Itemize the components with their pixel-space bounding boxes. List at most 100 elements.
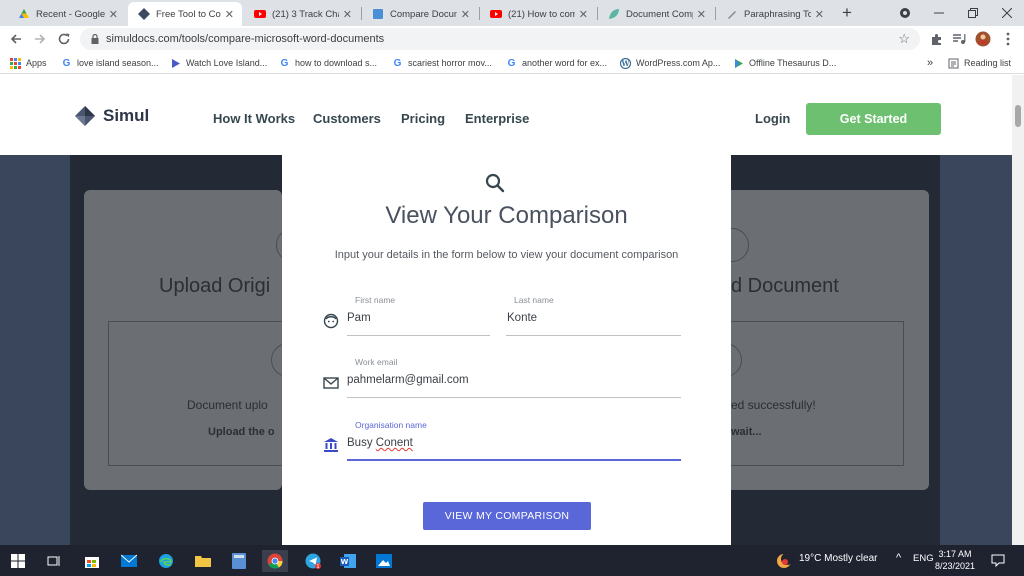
brand-name: Simul [103,106,150,125]
word-icon[interactable]: W [337,550,359,572]
youtube-icon [490,10,502,18]
nav-pricing[interactable]: Pricing [401,111,445,126]
close-tab-icon[interactable]: ✕ [225,8,234,21]
forward-arrow-icon[interactable] [30,29,50,49]
bookmark-love-island-season[interactable]: G love island season... [61,56,159,70]
windows-start-icon[interactable] [7,550,29,572]
last-name-input[interactable]: Konte [507,312,537,324]
calculator-icon[interactable] [228,550,250,572]
tab-youtube-track-changes[interactable]: (21) 3 Track Chan ✕ [244,2,360,26]
google-icon: G [62,57,71,69]
bookmark-watch-love-island[interactable]: Watch Love Island... [170,56,267,70]
bookmark-how-to-download[interactable]: G how to download s... [279,56,377,70]
more-menu-icon[interactable] [1000,31,1016,47]
simul-logo-icon [138,8,150,20]
close-tab-icon[interactable]: ✕ [697,8,706,21]
simul-diamond-icon [75,106,95,126]
minimize-icon[interactable] [922,0,956,26]
work-email-label: Work email [355,357,398,367]
last-name-label: Last name [514,295,554,305]
scrollbar-thumb[interactable] [1015,105,1021,127]
address-bar[interactable]: simuldocs.com/tools/compare-microsoft-wo… [80,28,920,50]
tray-chevron-up-icon[interactable]: ^ [896,552,901,564]
login-link[interactable]: Login [755,111,790,126]
extensions-puzzle-icon[interactable] [928,31,944,47]
new-tab-button[interactable]: + [838,2,856,24]
weather-text[interactable]: 19°C Mostly clear [799,553,877,564]
youtube-icon [254,10,266,18]
url-text: simuldocs.com/tools/compare-microsoft-wo… [106,33,385,45]
lock-icon [91,34,99,44]
nav-enterprise[interactable]: Enterprise [465,111,529,126]
browser-tab-strip: Recent - Google D ✕ Free Tool to Com ✕ (… [0,0,1024,26]
close-tab-icon[interactable]: ✕ [579,8,588,21]
organisation-name-input[interactable]: Busy Conent [347,437,413,449]
view-my-comparison-button[interactable]: VIEW MY COMPARISON [423,502,591,530]
revised-wait-text: wait... [731,426,762,438]
bookmark-another-word[interactable]: G another word for ex... [506,56,607,70]
bookmark-offline-thesaurus[interactable]: Offline Thesaurus D... [733,56,836,70]
upload-original-dropzone [108,321,282,466]
mail-icon [323,377,339,389]
page-scrollbar[interactable] [1012,75,1024,545]
close-tab-icon[interactable]: ✕ [109,8,118,21]
get-started-button[interactable]: Get Started [806,103,941,135]
wordpress-icon: W [620,57,631,69]
work-email-underline [347,397,681,398]
upload-revised-dropzone [731,321,904,466]
photos-icon[interactable] [373,550,395,572]
tab-compare-documents[interactable]: Compare Docum ✕ [362,2,478,26]
upload-instruction-text: Upload the o [208,426,275,438]
windows-taskbar: 1 W 19°C Mostly clear ^ ENG 3:17 AM 8/23… [0,545,1024,576]
work-email-input[interactable]: pahmelarm@gmail.com [347,374,469,386]
play-store-icon [735,58,743,68]
notification-center-icon[interactable] [991,554,1005,567]
close-tab-icon[interactable]: ✕ [815,8,824,21]
tab-youtube-how-to-compare[interactable]: (21) How to comp ✕ [480,2,596,26]
browser-toolbar: simuldocs.com/tools/compare-microsoft-wo… [0,26,1024,52]
upload-status-text: Document uplo [187,398,268,412]
tab-free-tool-to-compare[interactable]: Free Tool to Com ✕ [128,2,242,26]
revised-status-text: ed successfully! [731,398,816,412]
tab-recent-google-drive[interactable]: Recent - Google D ✕ [8,2,126,26]
bookmark-scariest-horror[interactable]: G scariest horror mov... [392,56,492,70]
reload-icon[interactable] [54,29,74,49]
notification-badge: 1 [316,564,319,569]
file-explorer-icon[interactable] [192,550,214,572]
nav-how-it-works[interactable]: How It Works [213,111,295,126]
tab-paraphrasing-tool[interactable]: Paraphrasing Too ✕ [716,2,832,26]
telegram-icon[interactable]: 1 [302,550,324,572]
chrome-taskbar-icon[interactable] [262,550,288,572]
edge-icon[interactable] [155,550,177,572]
bookmark-apps[interactable]: Apps [10,56,47,70]
close-tab-icon[interactable]: ✕ [343,8,352,21]
first-name-input[interactable]: Pam [347,312,371,324]
clock-date: 8/23/2021 [934,561,976,571]
bookmark-star-icon[interactable]: ☆ [898,31,910,47]
clock-time: 3:17 AM [938,549,972,559]
profile-circle-icon[interactable] [888,0,922,26]
weather-moon-icon[interactable] [775,552,793,570]
store-icon[interactable] [81,550,103,572]
profile-avatar-icon[interactable] [975,31,991,47]
upload-revised-heading: d Document [731,275,839,297]
back-arrow-icon[interactable] [6,29,26,49]
tab-document-comparison[interactable]: Document Comp ✕ [598,2,714,26]
more-bookmarks-chevron[interactable]: » [927,56,933,70]
media-control-icon[interactable] [951,31,967,47]
taskbar-clock[interactable]: 3:17 AM 8/23/2021 [930,548,980,572]
bookmarks-bar: Apps G love island season... Watch Love … [0,52,1024,74]
task-view-icon[interactable] [43,550,65,572]
simul-logo[interactable]: Simul [74,105,149,127]
mail-app-icon[interactable] [118,550,140,572]
close-tab-icon[interactable]: ✕ [461,8,470,21]
svg-text:W: W [621,59,630,68]
close-window-icon[interactable] [990,0,1024,26]
reading-list-button[interactable]: Reading list [948,56,1011,70]
nav-customers[interactable]: Customers [313,111,381,126]
upload-original-heading: Upload Origi [159,275,271,297]
bookmark-wordpress[interactable]: W WordPress.com Ap... [620,56,720,70]
restore-icon[interactable] [956,0,990,26]
apps-grid-icon [10,57,21,69]
last-name-underline [506,335,681,336]
